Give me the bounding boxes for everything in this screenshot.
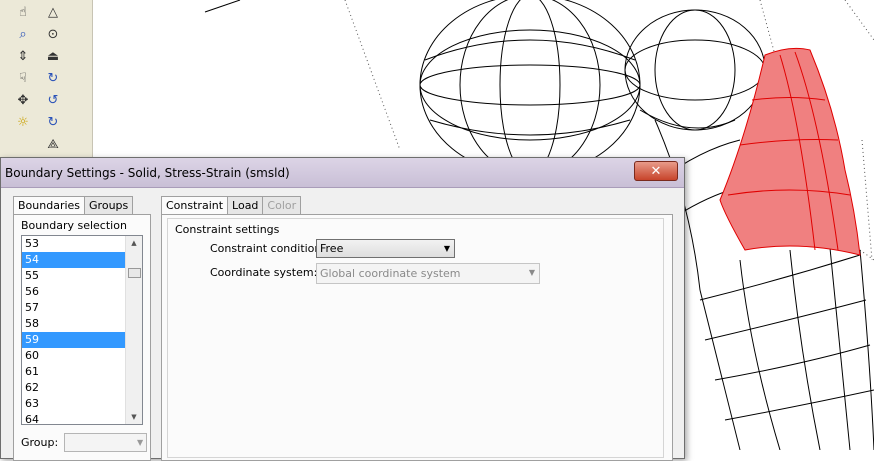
sphere-wireframe <box>419 0 641 176</box>
zoom-icon[interactable]: ⌕ <box>12 24 34 44</box>
left-tab-strip: Boundaries Groups <box>13 196 134 215</box>
coordinate-system-select: Global coordinate system ▼ <box>316 263 540 284</box>
boundary-settings-dialog: Boundary Settings - Solid, Stress-Strain… <box>0 157 685 461</box>
select-icon[interactable]: ☟ <box>12 68 34 88</box>
pan-icon[interactable]: ⇕ <box>12 46 34 66</box>
scroll-thumb[interactable] <box>128 268 141 278</box>
scroll-up-icon[interactable]: ▲ <box>126 236 142 250</box>
boundary-list-item[interactable]: 53 <box>22 236 126 252</box>
boundary-list-item[interactable]: 62 <box>22 380 126 396</box>
constraint-settings-label: Constraint settings <box>175 223 280 236</box>
cylinder-icon[interactable]: ⊙ <box>42 24 64 44</box>
boundary-list-items: 53 54 55 56 57 58 59 60 61 62 63 64 <box>22 236 126 424</box>
boundary-selection-label: Boundary selection <box>21 219 127 232</box>
boundary-list-item[interactable]: 64 <box>22 412 126 424</box>
tab-groups[interactable]: Groups <box>84 196 134 215</box>
plane-icon[interactable]: ⏏ <box>42 46 64 66</box>
right-tab-strip: Constraint Load Color <box>161 196 302 215</box>
light-icon[interactable]: ☼ <box>12 112 34 132</box>
constraint-condition-select[interactable]: Free ▼ <box>316 239 455 258</box>
coordinate-system-label: Coordinate system: <box>210 266 318 279</box>
constraint-settings-group: Constraint settings Constraint condition… <box>167 218 664 458</box>
rotate-z-icon[interactable]: ↻ <box>42 112 64 132</box>
tab-constraint[interactable]: Constraint <box>161 196 229 215</box>
tab-boundaries[interactable]: Boundaries <box>13 196 86 215</box>
chevron-down-icon: ▼ <box>528 268 535 277</box>
boundary-list-item[interactable]: 58 <box>22 316 126 332</box>
tab-load[interactable]: Load <box>227 196 264 215</box>
boundary-list-scrollbar[interactable]: ▲ ▼ <box>125 236 142 424</box>
scroll-down-icon[interactable]: ▼ <box>126 410 142 424</box>
dialog-titlebar[interactable]: Boundary Settings - Solid, Stress-Strain… <box>1 158 684 188</box>
chevron-down-icon: ▼ <box>137 438 144 447</box>
group-row: Group: ▼ <box>21 433 148 452</box>
boundary-list-item[interactable]: 57 <box>22 300 126 316</box>
triangle-icon[interactable]: △ <box>42 2 64 22</box>
group-select[interactable]: ▼ <box>64 433 148 452</box>
constraint-condition-value: Free <box>320 242 344 255</box>
close-icon: ✕ <box>650 163 662 179</box>
boundary-listbox[interactable]: 53 54 55 56 57 58 59 60 61 62 63 64 ▲ ▼ <box>21 235 143 425</box>
boundary-list-item[interactable]: 54 <box>22 252 126 268</box>
rotate-icon[interactable]: ↻ <box>42 68 64 88</box>
axes-icon[interactable]: ⟁ <box>42 134 64 154</box>
selected-boundary-face[interactable] <box>719 47 861 256</box>
boundary-list-item[interactable]: 63 <box>22 396 126 412</box>
boundaries-panel: Boundary selection 53 54 55 56 57 58 59 60 61 62 6… <box>13 214 151 461</box>
tab-color: Color <box>262 196 302 215</box>
boundary-list-item[interactable]: 61 <box>22 364 126 380</box>
coordinate-system-value: Global coordinate system <box>320 267 461 280</box>
chevron-down-icon: ▼ <box>443 244 450 253</box>
boundary-list-item[interactable]: 60 <box>22 348 126 364</box>
rotate-y-icon[interactable]: ↺ <box>42 90 64 110</box>
tool-strip: ☝ ⌕ ⇕ ☟ ✥ ☼ △ ⊙ ⏏ ↻ ↺ ↻ ⟁ ✖ <box>0 0 93 173</box>
boundary-list-item[interactable]: 59 <box>22 332 126 348</box>
mesh-select-icon[interactable]: ✥ <box>12 90 34 110</box>
constraint-panel: Constraint settings Constraint condition… <box>161 214 673 461</box>
group-label: Group: <box>21 436 59 449</box>
dialog-title: Boundary Settings - Solid, Stress-Strain… <box>5 165 290 180</box>
close-button[interactable]: ✕ <box>634 161 678 181</box>
boundary-list-item[interactable]: 55 <box>22 268 126 284</box>
view-icon[interactable]: ☝ <box>12 2 34 22</box>
constraint-condition-label: Constraint condition: <box>210 242 326 255</box>
boundary-list-item[interactable]: 56 <box>22 284 126 300</box>
